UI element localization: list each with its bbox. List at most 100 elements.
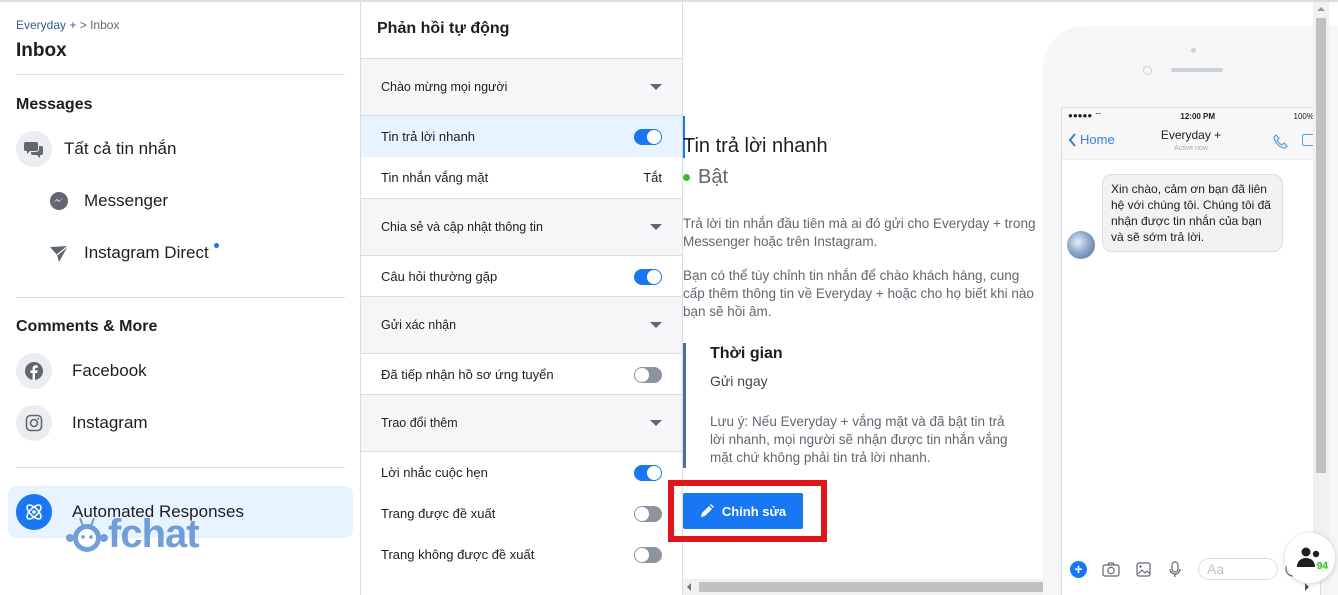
page-avatar	[1067, 231, 1095, 259]
item-label: Tin nhắn vắng mặt	[381, 170, 489, 185]
item-label: Trang được đề xuất	[381, 506, 496, 521]
sidebar-item-facebook[interactable]: Facebook	[16, 353, 147, 389]
caret-down-icon	[650, 84, 662, 90]
app-root: Everyday + > Inbox Inbox Messages Tất cả…	[0, 0, 1338, 595]
list-item-page-recommended[interactable]: Trang được đề xuất	[361, 493, 682, 534]
microphone-icon[interactable]	[1166, 560, 1184, 578]
phone-time: 12:00 PM	[1180, 111, 1216, 121]
image-icon[interactable]	[1134, 560, 1152, 578]
unread-dot	[213, 242, 219, 248]
list-item-quick-reply[interactable]: Tin trả lời nhanh	[361, 116, 682, 157]
scroll-right-arrow-icon[interactable]	[1305, 583, 1309, 591]
detail-title: Tin trả lời nhanh	[683, 135, 828, 157]
sidebar-item-all-messages[interactable]: Tất cả tin nhắn	[16, 131, 176, 167]
breadcrumb-parent[interactable]: Everyday +	[16, 18, 76, 32]
timing-value: Gửi ngay	[710, 373, 768, 389]
toggle-application-received[interactable]	[634, 366, 662, 383]
sidebar-item-instagram-direct[interactable]: Instagram Direct	[16, 242, 219, 264]
status-text: Bật	[698, 166, 729, 188]
scroll-up-arrow-icon[interactable]	[1317, 7, 1325, 11]
phone-call-icon[interactable]	[1273, 134, 1289, 150]
item-label: Lời nhắc cuộc hẹn	[381, 465, 488, 480]
scrollbar-thumb[interactable]	[1316, 18, 1326, 473]
contacts-count: 94	[1315, 561, 1329, 572]
list-item-faq[interactable]: Câu hỏi thường gặp	[361, 256, 682, 297]
group-share-info[interactable]: Chia sẻ và cập nhật thông tin	[361, 198, 682, 256]
toggle-appointment-reminder[interactable]	[634, 464, 662, 481]
breadcrumb-current: Inbox	[90, 18, 120, 32]
group-label: Trao đổi thêm	[381, 416, 458, 430]
battery-indicator: 100%	[1293, 111, 1314, 121]
contacts-fab[interactable]: 94	[1285, 533, 1335, 583]
status-dot-icon	[683, 174, 690, 181]
status-badge: Bật	[683, 166, 728, 189]
toggle-page-not-recommended[interactable]	[634, 546, 662, 563]
divider	[16, 74, 345, 75]
camera-icon[interactable]	[1102, 560, 1120, 578]
message-input[interactable]: Aa	[1198, 558, 1278, 580]
sidebar-item-label: Instagram Direct	[84, 243, 209, 262]
plus-icon[interactable]: +	[1070, 560, 1087, 578]
caret-down-icon	[650, 420, 662, 426]
list-item-away-message[interactable]: Tin nhắn vắng mặt Tắt	[361, 157, 682, 198]
scroll-left-arrow-icon[interactable]	[687, 583, 691, 591]
instagram-icon	[16, 405, 52, 441]
edit-button-label: Chỉnh sửa	[721, 503, 787, 519]
divider	[16, 467, 345, 468]
list-item-application-received[interactable]: Đã tiếp nhận hồ sơ ứng tuyển	[361, 354, 682, 395]
toggle-quick-reply[interactable]	[634, 128, 662, 145]
panel-title: Phản hồi tự động	[377, 20, 510, 37]
detail-panel: Tin trả lời nhanh Bật Trả lời tin nhắn đ…	[668, 2, 1313, 595]
phone-screen: ●●●●● ⌔ 12:00 PM 100% Home Everyday + Ac…	[1061, 107, 1321, 595]
item-label: Tin trả lời nhanh	[381, 129, 476, 144]
phone-speaker	[1171, 68, 1223, 72]
group-welcome[interactable]: Chào mừng mọi người	[361, 58, 682, 116]
toggle-page-recommended[interactable]	[634, 505, 662, 522]
phone-preview: ●●●●● ⌔ 12:00 PM 100% Home Everyday + Ac…	[1043, 26, 1338, 595]
watermark-text: fchat	[108, 512, 200, 556]
caret-down-icon	[650, 322, 662, 328]
instagram-direct-icon	[48, 242, 70, 264]
fchat-watermark: fchat	[66, 512, 200, 557]
list-item-appointment-reminder[interactable]: Lời nhắc cuộc hẹn	[361, 452, 682, 493]
list-item-page-not-recommended[interactable]: Trang không được đề xuất	[361, 534, 682, 575]
comments-section-title: Comments & More	[16, 318, 158, 335]
message-composer: + Aa	[1062, 556, 1320, 582]
phone-status-bar: ●●●●● ⌔ 12:00 PM 100%	[1062, 108, 1320, 124]
edit-button[interactable]: Chỉnh sửa	[683, 493, 803, 529]
item-status-value: Tắt	[643, 170, 662, 185]
group-label: Chào mừng mọi người	[381, 80, 508, 94]
message-bubble: Xin chào, cảm ơn bạn đã liên hệ với chún…	[1102, 174, 1283, 252]
sidebar-item-instagram[interactable]: Instagram	[16, 405, 148, 441]
group-label: Gửi xác nhận	[381, 318, 457, 332]
sidebar-item-messenger[interactable]: Messenger	[16, 190, 168, 212]
detail-description: Trả lời tin nhắn đầu tiên mà ai đó gửi c…	[683, 216, 1036, 249]
wifi-icon: ⌔	[1094, 111, 1102, 120]
timing-note: Lưu ý: Nếu Everyday + vắng mặt và đã bật…	[710, 414, 1008, 465]
item-label: Đã tiếp nhận hồ sơ ứng tuyển	[381, 367, 554, 382]
phone-camera	[1191, 48, 1196, 53]
timing-title: Thời gian	[710, 345, 783, 362]
sidebar-item-label: Facebook	[72, 361, 147, 380]
pencil-icon	[700, 504, 714, 517]
sidebar-item-label: Tất cả tin nhắn	[64, 139, 177, 158]
messenger-icon	[48, 190, 70, 212]
atom-icon	[16, 494, 52, 530]
sidebar-item-label: Instagram	[72, 413, 148, 432]
item-label: Trang không được đề xuất	[381, 547, 535, 562]
toggle-faq[interactable]	[634, 268, 662, 285]
signal-indicator: ●●●●● ⌔	[1068, 111, 1102, 120]
automated-responses-list: Phản hồi tự động Chào mừng mọi người Tin…	[361, 2, 683, 595]
chat-bubbles-icon	[16, 131, 52, 167]
timing-section: Thời gian Gửi ngay Lưu ý: Nếu Everyday +…	[683, 343, 1038, 468]
fchat-logo-icon	[66, 517, 108, 552]
group-follow-up[interactable]: Trao đổi thêm	[361, 394, 682, 452]
group-send-confirmation[interactable]: Gửi xác nhận	[361, 296, 682, 354]
item-label: Câu hỏi thường gặp	[381, 269, 498, 284]
vertical-scrollbar[interactable]	[1313, 2, 1329, 579]
group-label: Chia sẻ và cập nhật thông tin	[381, 220, 543, 234]
phone-sensor	[1143, 66, 1152, 75]
chat-header: Home Everyday + Active now	[1062, 124, 1320, 160]
breadcrumb: Everyday + > Inbox	[16, 18, 119, 32]
messages-section-title: Messages	[16, 96, 93, 113]
